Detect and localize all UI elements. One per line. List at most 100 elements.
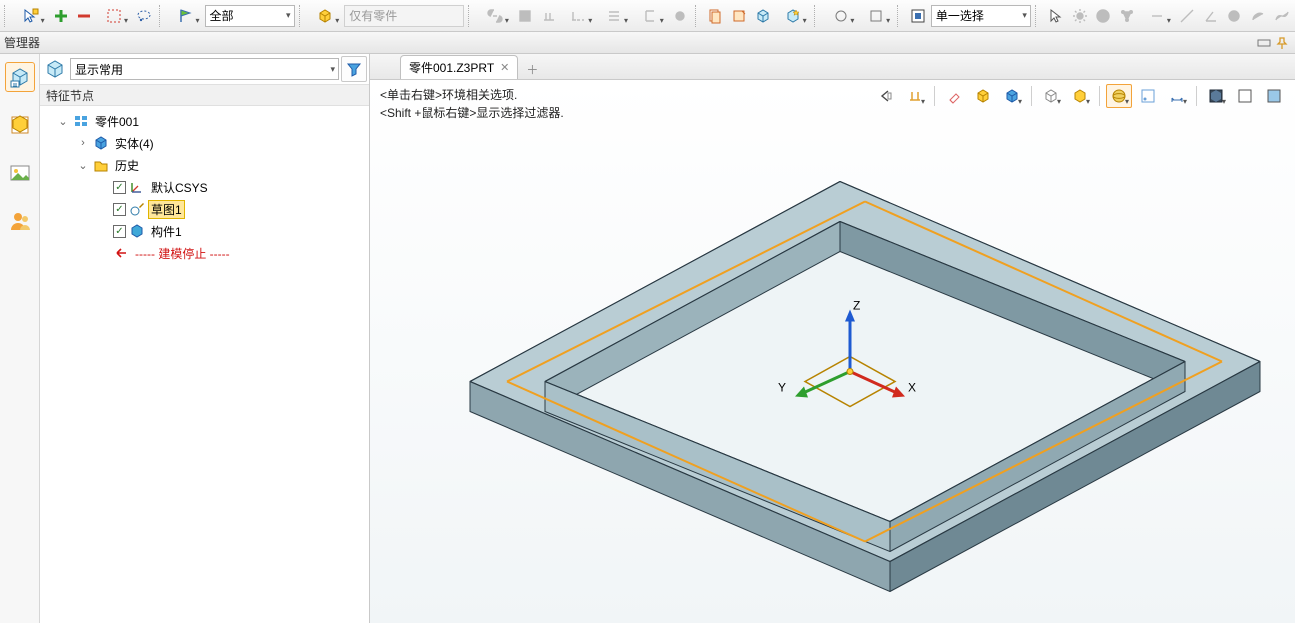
manager-collapse-button[interactable] — [1255, 34, 1273, 52]
circle-button[interactable] — [1224, 5, 1246, 27]
body-row: 显示常用 特征节点 ⌄ 零件001 › 实体(4) — [0, 54, 1295, 623]
axis-y-label: Y — [778, 381, 786, 395]
toolbar-separator — [814, 5, 820, 27]
filter-flag-button[interactable] — [169, 5, 203, 27]
visibility-checkbox[interactable] — [113, 225, 126, 238]
visibility-checkbox[interactable] — [113, 203, 126, 216]
manager-panel: 显示常用 特征节点 ⌄ 零件001 › 实体(4) — [40, 54, 370, 623]
tree-history[interactable]: ⌄ 历史 — [42, 154, 367, 176]
tree-filter-button[interactable] — [341, 56, 367, 82]
tree-solids-label: 实体(4) — [112, 134, 157, 153]
tool-e-button[interactable] — [633, 5, 667, 27]
document-tabstrip: 零件001.Z3PRT ✕ ＋ — [370, 54, 1295, 80]
manager-pin-button[interactable] — [1273, 34, 1291, 52]
lasso-select-button[interactable] — [133, 5, 155, 27]
visibility-checkbox[interactable] — [113, 181, 126, 194]
line-button[interactable] — [1176, 5, 1198, 27]
tree-member[interactable]: 构件1 — [42, 220, 367, 242]
link-button[interactable] — [478, 5, 512, 27]
twisty-icon[interactable]: ⌄ — [56, 115, 70, 128]
toolbar-separator — [1035, 5, 1041, 27]
select-mode-combo[interactable]: 单一选择 — [931, 5, 1031, 27]
rail-box-button[interactable] — [5, 110, 35, 140]
viewport[interactable]: <单击右键>环境相关选项. <Shift +鼠标右键>显示选择过滤器. — [370, 80, 1295, 623]
solid-icon — [93, 135, 109, 151]
box-view-button[interactable] — [309, 5, 343, 27]
frame-button[interactable] — [907, 5, 929, 27]
sheet-a-button[interactable] — [704, 5, 726, 27]
tool-c-button[interactable] — [562, 5, 596, 27]
arc-button[interactable] — [1247, 5, 1269, 27]
sketch-icon — [129, 201, 145, 217]
toolbar-separator — [695, 5, 701, 27]
select-mode-label: 单一选择 — [936, 7, 984, 24]
remove-button[interactable] — [74, 5, 96, 27]
manager-title: 管理器 — [4, 34, 1255, 51]
tree-root[interactable]: ⌄ 零件001 — [42, 110, 367, 132]
rail-user-button[interactable] — [5, 206, 35, 236]
gear-button[interactable] — [1069, 5, 1091, 27]
axis-z-label: Z — [853, 299, 860, 313]
rail-tree-button[interactable] — [5, 62, 35, 92]
document-tab-label: 零件001.Z3PRT — [409, 59, 494, 76]
csys-icon — [129, 179, 145, 195]
document-tab[interactable]: 零件001.Z3PRT ✕ — [400, 55, 518, 79]
twisty-icon[interactable]: ⌄ — [76, 159, 90, 172]
marquee-select-button[interactable] — [97, 5, 131, 27]
manager-primary-icon — [42, 56, 68, 82]
misc-a-button[interactable] — [1140, 5, 1174, 27]
cube-a-button[interactable] — [752, 5, 774, 27]
rail-image-button[interactable] — [5, 158, 35, 188]
filter-combo-label: 全部 — [210, 7, 234, 24]
toolbar-separator — [897, 5, 903, 27]
folder-icon — [93, 157, 109, 173]
add-tab-button[interactable]: ＋ — [522, 59, 542, 79]
cube-star-button[interactable] — [776, 5, 810, 27]
only-parts-field: 仅有零件 — [344, 5, 464, 27]
tree-solids[interactable]: › 实体(4) — [42, 132, 367, 154]
manager-header: 管理器 — [0, 32, 1295, 54]
axis-x-label: X — [908, 381, 916, 395]
left-rail — [0, 54, 40, 623]
pointer-button[interactable] — [1045, 5, 1067, 27]
tool-a-button[interactable] — [514, 5, 536, 27]
twisty-icon[interactable]: › — [76, 137, 90, 149]
tree-stop-label: ----- 建模停止 ----- — [132, 244, 233, 263]
add-button[interactable] — [50, 5, 72, 27]
tree-modeling-stop[interactable]: ----- 建模停止 ----- — [42, 242, 367, 264]
sheet-b-button[interactable] — [728, 5, 750, 27]
close-tab-button[interactable]: ✕ — [500, 61, 509, 74]
tree-history-label: 历史 — [112, 156, 142, 175]
filter-combo[interactable]: 全部 — [205, 5, 295, 27]
display-combo[interactable]: 显示常用 — [70, 58, 339, 80]
toolbar-separator — [299, 5, 305, 27]
tree-sketch[interactable]: 草图1 — [42, 198, 367, 220]
only-parts-label: 仅有零件 — [349, 7, 397, 24]
angle-button[interactable] — [1200, 5, 1222, 27]
stop-arrow-icon — [113, 245, 129, 261]
tool-f-button[interactable] — [669, 5, 691, 27]
display-combo-label: 显示常用 — [75, 61, 123, 78]
tree-root-label: 零件001 — [92, 112, 142, 131]
tree-csys-label: 默认CSYS — [148, 178, 211, 197]
document-area: 零件001.Z3PRT ✕ ＋ <单击右键>环境相关选项. <Shift +鼠标… — [370, 54, 1295, 623]
manager-filter-row: 显示常用 — [40, 54, 369, 84]
nodes-button[interactable] — [1116, 5, 1138, 27]
toolbar-separator — [4, 5, 10, 27]
viewport-canvas: Z X Y — [370, 80, 1295, 623]
small-b-button[interactable] — [859, 5, 893, 27]
tree-member-label: 构件1 — [148, 222, 185, 241]
cursor-select-button[interactable] — [14, 5, 48, 27]
tool-d-button[interactable] — [597, 5, 631, 27]
toolbar-separator — [159, 5, 165, 27]
part-icon — [73, 113, 89, 129]
play-button[interactable] — [1092, 5, 1114, 27]
tool-b-button[interactable] — [538, 5, 560, 27]
spline-button[interactable] — [1271, 5, 1293, 27]
tree-csys[interactable]: 默认CSYS — [42, 176, 367, 198]
member-icon — [129, 223, 145, 239]
feature-tree: ⌄ 零件001 › 实体(4) ⌄ 历史 — [40, 106, 369, 623]
small-a-button[interactable] — [824, 5, 858, 27]
tree-sketch-label: 草图1 — [148, 200, 185, 219]
feature-nodes-label: 特征节点 — [46, 87, 94, 104]
